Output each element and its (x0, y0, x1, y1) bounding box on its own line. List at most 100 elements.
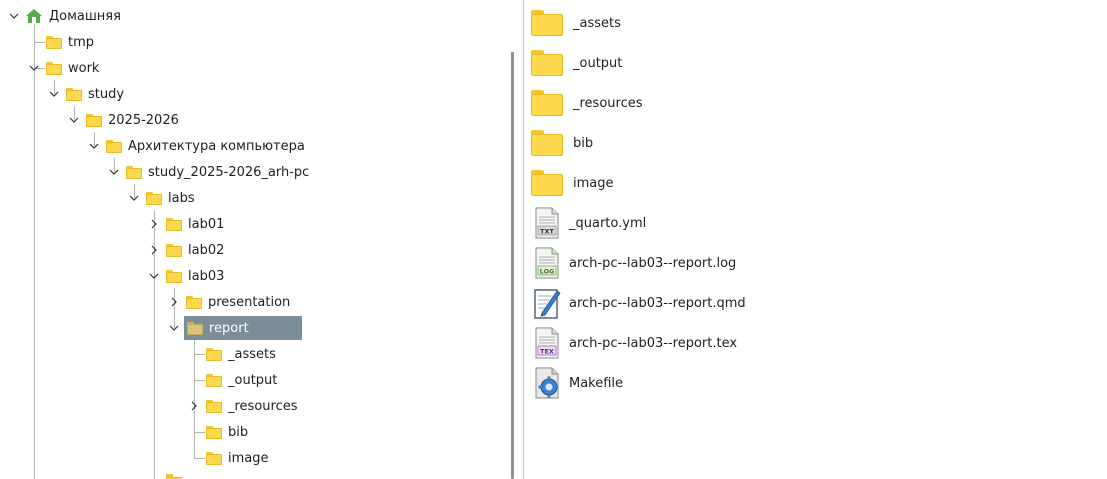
folder-icon (206, 425, 222, 439)
folder-icon (66, 87, 82, 101)
tree-item-label: bib (228, 424, 249, 440)
tree-item-label: 2025-2026 (108, 112, 179, 128)
folder-icon (106, 139, 122, 153)
txt-file-icon: TXT (535, 207, 559, 239)
collapse-arrow-icon[interactable] (147, 264, 161, 288)
file-item-makefile[interactable]: Makefile (531, 363, 623, 403)
file-item-report-log[interactable]: LOG arch-pc--lab03--report.log (531, 243, 736, 283)
tree-item-output[interactable]: _output (206, 368, 277, 392)
tree-item-label: Домашняя (49, 8, 121, 24)
folder-icon (166, 269, 182, 283)
tree-scrollbar[interactable] (511, 52, 514, 479)
collapse-arrow-icon[interactable] (87, 134, 101, 158)
tree-item-image[interactable]: image (206, 446, 269, 470)
edit-file-icon (534, 289, 561, 319)
tree-item-lab02[interactable]: lab02 (166, 238, 224, 262)
collapse-arrow-icon[interactable] (27, 56, 41, 80)
tree-item-arch[interactable]: Архитектура компьютера (106, 134, 305, 158)
tree-item-assets[interactable]: _assets (206, 342, 276, 366)
folder-icon (46, 61, 62, 75)
tree-item-label: tmp (68, 34, 95, 50)
folder-icon (146, 191, 162, 205)
tree-item-label: report (209, 320, 249, 336)
folder-icon (86, 113, 102, 127)
file-item-bib[interactable]: bib (531, 123, 593, 163)
collapse-arrow-icon[interactable] (67, 108, 81, 132)
tree-item-label: labs (168, 190, 195, 206)
tree-item-label: _resources (228, 398, 298, 414)
tree-item-bib[interactable]: bib (206, 420, 248, 444)
tree-item-2025-2026[interactable]: 2025-2026 (86, 108, 179, 132)
svg-text:TEX: TEX (540, 348, 554, 356)
tree-item-study-repo[interactable]: study_2025-2026_arh-pc (126, 160, 309, 184)
tree-item-label: Архитектура компьютера (128, 138, 305, 154)
folder-icon (531, 50, 563, 76)
expand-arrow-icon[interactable] (167, 290, 181, 314)
collapse-arrow-icon[interactable] (47, 82, 61, 106)
tree-item-label: lab02 (188, 242, 225, 258)
tree-item-label: presentation (208, 294, 291, 310)
folder-icon (206, 451, 222, 465)
folder-tree-panel[interactable]: Домашняя tmp work study 2025-2026 Архите… (0, 0, 524, 479)
folder-icon (166, 243, 182, 257)
file-item-report-tex[interactable]: TEX arch-pc--lab03--report.tex (531, 323, 737, 363)
expand-arrow-icon[interactable] (147, 238, 161, 262)
tree-item-label: study (88, 86, 125, 102)
collapse-arrow-icon[interactable] (127, 186, 141, 210)
folder-icon (206, 373, 222, 387)
tex-file-icon: TEX (535, 327, 559, 359)
file-item-label: image (573, 175, 614, 191)
collapse-arrow-icon[interactable] (7, 4, 21, 28)
folder-icon (186, 295, 202, 309)
file-list-panel[interactable]: _assets _output _resources bib image TXT… (527, 0, 1107, 479)
folder-icon (206, 399, 222, 413)
file-item-label: _resources (573, 95, 643, 111)
tree-item-home[interactable]: Домашняя (26, 4, 121, 28)
tree-item-report[interactable]: report (184, 316, 302, 340)
tree-item-resources[interactable]: _resources (206, 394, 298, 418)
svg-text:TXT: TXT (540, 228, 554, 236)
tree-item-lab03[interactable]: lab03 (166, 264, 224, 288)
tree-item-label: lab01 (188, 216, 225, 232)
svg-text:LOG: LOG (540, 268, 555, 276)
tree-item-label: work (68, 60, 100, 76)
file-item-report-qmd[interactable]: arch-pc--lab03--report.qmd (531, 283, 746, 323)
collapse-arrow-icon[interactable] (107, 160, 121, 184)
folder-icon (46, 35, 62, 49)
tree-item-work[interactable]: work (46, 56, 99, 80)
tree-item-lab01[interactable]: lab01 (166, 212, 224, 236)
file-item-label: bib (573, 135, 594, 151)
folder-icon (166, 474, 182, 479)
folder-icon (126, 165, 142, 179)
collapse-arrow-icon[interactable] (167, 316, 181, 340)
tree-item-label: _output (228, 372, 278, 388)
tree-item-presentation[interactable]: presentation (186, 290, 290, 314)
file-item-label: _output (573, 55, 623, 71)
makefile-icon (535, 367, 559, 399)
folder-icon (166, 217, 182, 231)
file-item-label: arch-pc--lab03--report.qmd (569, 295, 746, 311)
tree-item-tmp[interactable]: tmp (46, 30, 94, 54)
expand-arrow-icon[interactable] (187, 394, 201, 418)
home-icon (26, 9, 42, 23)
tree-item-labs[interactable]: labs (146, 186, 195, 210)
folder-icon (187, 321, 203, 335)
tree-item-label: lab03 (188, 268, 225, 284)
file-item-label: _quarto.yml (569, 215, 647, 231)
file-item-resources[interactable]: _resources (531, 83, 643, 123)
file-item-label: _assets (573, 15, 621, 31)
file-item-assets[interactable]: _assets (531, 3, 621, 43)
file-item-output[interactable]: _output (531, 43, 622, 83)
tree-item-study[interactable]: study (66, 82, 124, 106)
tree-item-label: study_2025-2026_arh-pc (148, 164, 310, 180)
folder-icon (531, 10, 563, 36)
file-item-label: Makefile (569, 375, 624, 391)
file-item-quarto-yml[interactable]: TXT _quarto.yml (531, 203, 646, 243)
tree-item-label: image (228, 450, 269, 466)
folder-icon (206, 347, 222, 361)
file-item-label: arch-pc--lab03--report.log (569, 255, 737, 271)
file-item-image[interactable]: image (531, 163, 614, 203)
folder-icon (531, 130, 563, 156)
expand-arrow-icon[interactable] (147, 212, 161, 236)
folder-icon (531, 170, 563, 196)
